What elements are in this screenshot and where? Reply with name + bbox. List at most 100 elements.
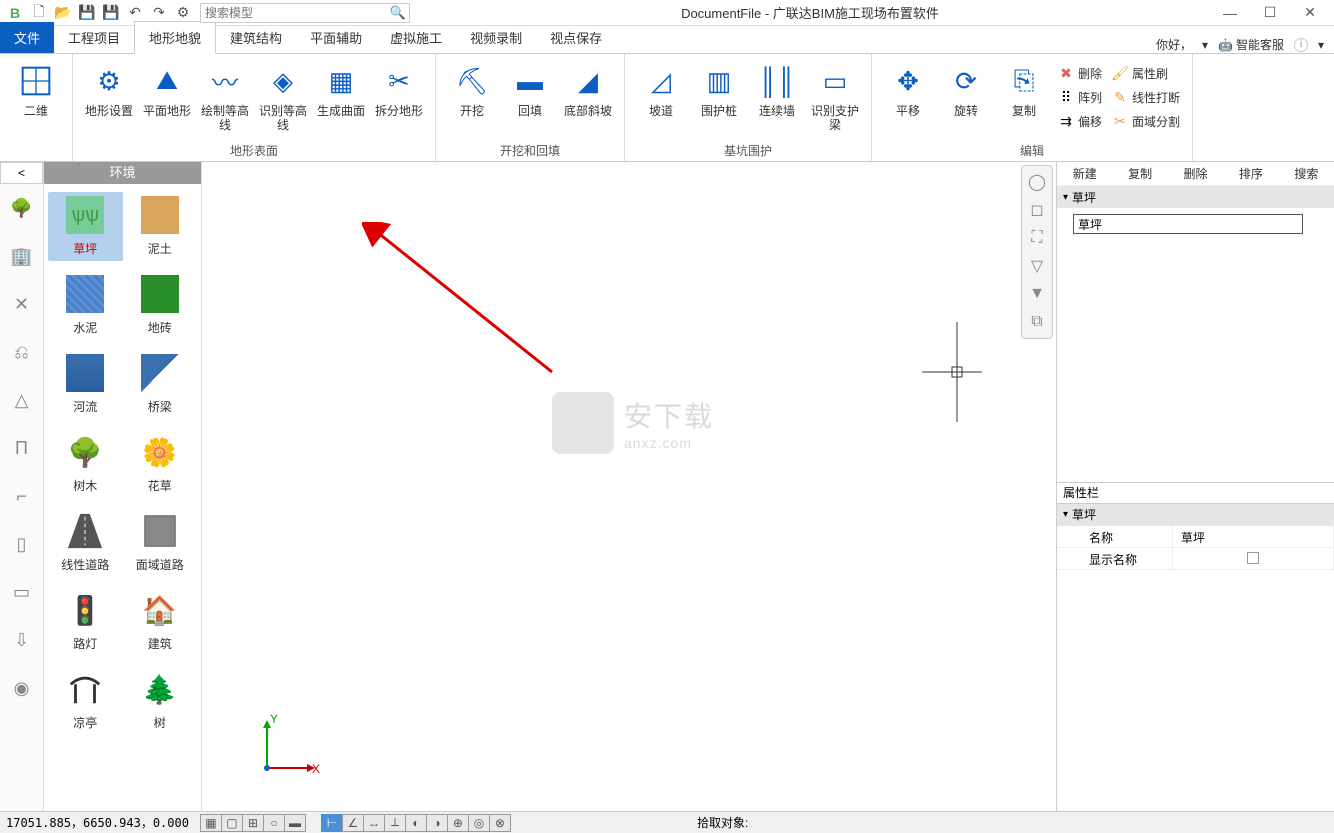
env-item-river[interactable]: 河流 (48, 350, 123, 419)
search-input[interactable] (200, 3, 410, 23)
prop-value[interactable]: 草坪 (1173, 526, 1334, 547)
cat-tree-icon[interactable]: 🌳 (0, 184, 43, 232)
save-icon[interactable]: 💾 (76, 2, 98, 24)
btn-bottom-slope[interactable]: ◢底部斜坡 (560, 58, 616, 140)
btn-break[interactable]: ✎线性打断 (1108, 86, 1184, 108)
btn-delete[interactable]: ✖删除 (1054, 62, 1106, 84)
env-item-lamp[interactable]: 🚦路灯 (48, 587, 123, 656)
close-icon[interactable]: ✕ (1290, 1, 1330, 25)
property-head[interactable]: ▾ 草坪 (1057, 504, 1334, 526)
sbtn-2[interactable]: ▢ (221, 814, 243, 832)
env-item-cement[interactable]: 水泥 (48, 271, 123, 340)
env-item-tile[interactable]: 地砖 (123, 271, 198, 340)
prop-value[interactable] (1173, 548, 1334, 569)
cat-safety-icon[interactable]: ▯ (0, 520, 43, 568)
layers-icon[interactable]: ⧉ (1023, 308, 1051, 336)
sbtn-14[interactable]: ⊗ (489, 814, 511, 832)
env-item-soil[interactable]: 泥土 (123, 192, 198, 261)
btn-offset[interactable]: ⇉偏移 (1054, 110, 1106, 132)
btn-beam[interactable]: ▭识别支护梁 (807, 58, 863, 140)
user-dropdown-icon[interactable]: ▾ (1202, 38, 1208, 52)
tree-item-input[interactable] (1073, 214, 1303, 234)
back-button[interactable]: < (0, 162, 43, 184)
cat-pipe-icon[interactable]: ⌐ (0, 472, 43, 520)
cat-column-icon[interactable]: Π (0, 424, 43, 472)
maximize-icon[interactable]: ☐ (1250, 1, 1290, 25)
btn-2d[interactable]: 二维 (8, 58, 64, 140)
btn-flat-terrain[interactable]: ⛰平面地形 (139, 58, 195, 140)
tab-virtual[interactable]: 虚拟施工 (376, 22, 456, 53)
env-item-arearoad[interactable]: 面域道路 (123, 508, 198, 577)
btn-rotate[interactable]: ⟳旋转 (938, 58, 994, 140)
btn-divide[interactable]: ✂面域分割 (1108, 110, 1184, 132)
cube-icon[interactable]: ◻ (1023, 196, 1051, 224)
cat-building-icon[interactable]: 🏢 (0, 232, 43, 280)
env-item-pine[interactable]: 🌲树 (123, 666, 198, 735)
action-search[interactable]: 搜索 (1279, 161, 1334, 186)
sbtn-11[interactable]: ◑ (426, 814, 448, 832)
env-item-road[interactable]: 线性道路 (48, 508, 123, 577)
cat-excavate-icon[interactable]: ⇩ (0, 616, 43, 664)
tab-plane[interactable]: 平面辅助 (296, 22, 376, 53)
btn-split-terrain[interactable]: ✂拆分地形 (371, 58, 427, 140)
help-dropdown-icon[interactable]: ▾ (1318, 38, 1324, 52)
minimize-icon[interactable]: — (1210, 1, 1250, 25)
triangle-down-icon[interactable]: ▽ (1023, 252, 1051, 280)
tree-header[interactable]: ▾ 草坪 (1057, 186, 1334, 208)
btn-gen-surface[interactable]: ▦生成曲面 (313, 58, 369, 140)
sbtn-1[interactable]: ▦ (200, 814, 222, 832)
sbtn-7[interactable]: ∠ (342, 814, 364, 832)
tab-viewpoint[interactable]: 视点保存 (536, 22, 616, 53)
orbit-icon[interactable]: ◯ (1023, 168, 1051, 196)
btn-ramp[interactable]: ◿坡道 (633, 58, 689, 140)
btn-array[interactable]: ⠿阵列 (1054, 86, 1106, 108)
btn-dig[interactable]: ⛏开挖 (444, 58, 500, 140)
cat-crane-icon[interactable]: ⎌ (0, 328, 43, 376)
sbtn-13[interactable]: ◎ (468, 814, 490, 832)
search-icon[interactable]: 🔍 (390, 5, 406, 21)
sbtn-5[interactable]: ▬ (284, 814, 306, 832)
btn-cont-wall[interactable]: ║║连续墙 (749, 58, 805, 140)
tab-file[interactable]: 文件 (0, 22, 54, 53)
checkbox-icon[interactable] (1247, 552, 1259, 564)
sbtn-4[interactable]: ○ (263, 814, 285, 832)
sbtn-8[interactable]: ↔ (363, 814, 385, 832)
env-item-forest[interactable]: 🌳树木 (48, 429, 123, 498)
smart-support-button[interactable]: 🤖 智能客服 (1218, 36, 1284, 53)
action-delete[interactable]: 删除 (1168, 161, 1223, 186)
app-logo-icon[interactable]: B (4, 2, 26, 24)
sbtn-6[interactable]: ⊢ (321, 814, 343, 832)
expand-icon[interactable]: ⛶ (1023, 224, 1051, 252)
cat-wall-icon[interactable]: ▭ (0, 568, 43, 616)
tab-structure[interactable]: 建筑结构 (216, 22, 296, 53)
new-icon[interactable]: 🗋 (28, 2, 50, 24)
sbtn-9[interactable]: ⟂ (384, 814, 406, 832)
btn-pile[interactable]: ▥围护桩 (691, 58, 747, 140)
sbtn-3[interactable]: ⊞ (242, 814, 264, 832)
env-item-bridge[interactable]: 桥梁 (123, 350, 198, 419)
btn-fill[interactable]: ▬回填 (502, 58, 558, 140)
tab-video[interactable]: 视频录制 (456, 22, 536, 53)
action-sort[interactable]: 排序 (1223, 161, 1278, 186)
cat-mountain-icon[interactable]: △ (0, 376, 43, 424)
action-new[interactable]: 新建 (1057, 161, 1112, 186)
viewport-canvas[interactable]: 安下载 anxz.com X Y ◯ ◻ ⛶ ▽ ▼ ⧉ (202, 162, 1056, 811)
tab-project[interactable]: 工程项目 (54, 22, 134, 53)
env-item-pavilion[interactable]: 凉亭 (48, 666, 123, 735)
btn-recognize-contour[interactable]: ◈识别等高线 (255, 58, 311, 140)
open-icon[interactable]: 📂 (52, 2, 74, 24)
action-copy[interactable]: 复制 (1112, 161, 1167, 186)
btn-brush[interactable]: 🖌属性刷 (1108, 62, 1184, 84)
sbtn-10[interactable]: ◐ (405, 814, 427, 832)
sbtn-12[interactable]: ⊕ (447, 814, 469, 832)
btn-draw-contour[interactable]: 〰绘制等高线 (197, 58, 253, 140)
help-icon[interactable]: i (1294, 38, 1308, 52)
cat-truss-icon[interactable]: ✕ (0, 280, 43, 328)
env-item-house[interactable]: 🏠建筑 (123, 587, 198, 656)
tab-terrain[interactable]: 地形地貌 (134, 21, 216, 54)
filter-icon[interactable]: ▼ (1023, 280, 1051, 308)
cat-stage-icon[interactable]: ◉ (0, 664, 43, 712)
env-item-flower[interactable]: 🌼花草 (123, 429, 198, 498)
btn-terrain-settings[interactable]: ⚙地形设置 (81, 58, 137, 140)
env-item-grass[interactable]: ѱѱ草坪 (48, 192, 123, 261)
